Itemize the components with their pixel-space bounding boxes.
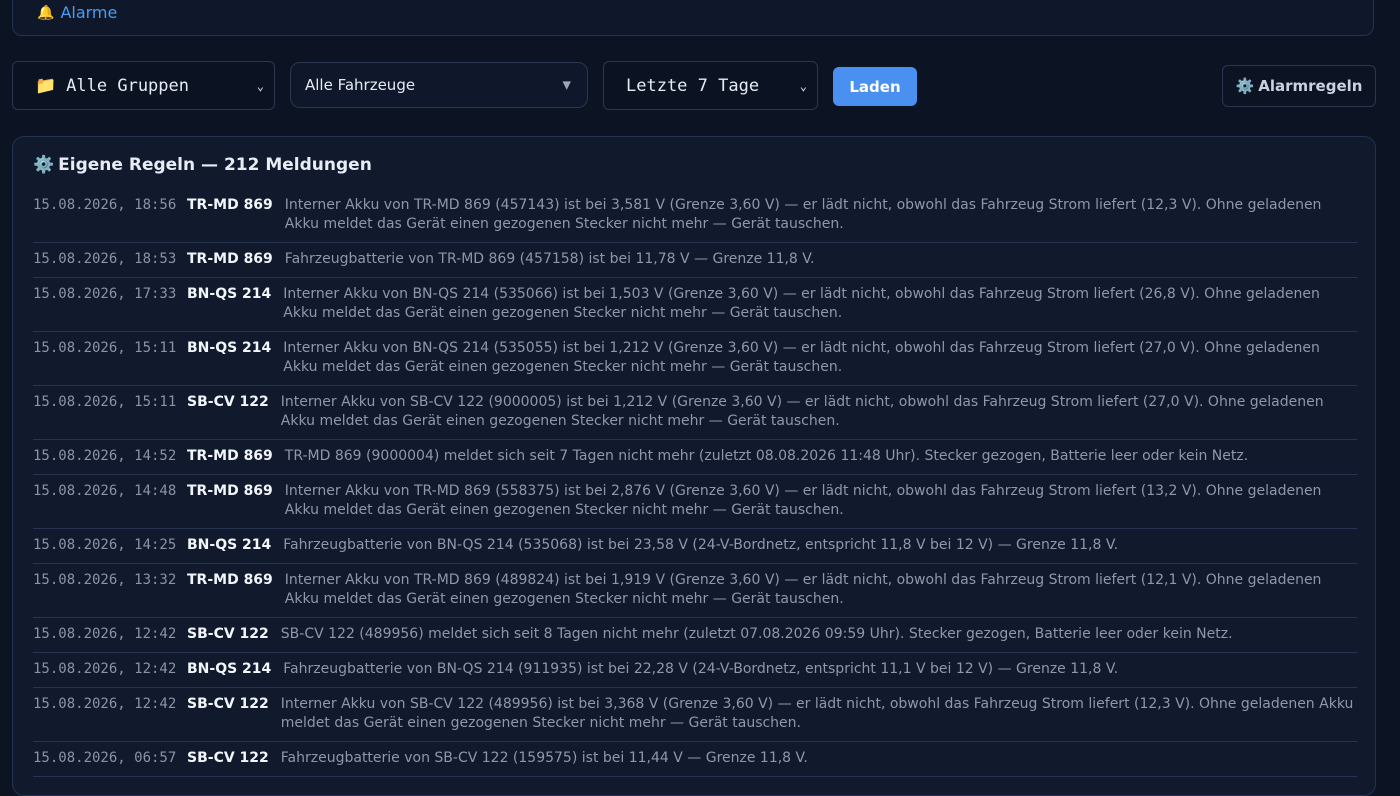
folder-icon: 📁 <box>35 75 57 96</box>
alert-timestamp: 15.08.2026, 18:56 <box>33 197 177 213</box>
alert-row[interactable]: 15.08.2026, 12:42 BN-QS 214 Fahrzeugbatter… <box>33 653 1357 688</box>
alert-timestamp: 15.08.2026, 15:11 <box>33 340 177 356</box>
alert-vehicle: BN-QS 214 <box>187 661 272 677</box>
load-button[interactable]: Laden <box>833 67 917 106</box>
alert-vehicle: SB-CV 122 <box>187 394 269 410</box>
alert-timestamp: 15.08.2026, 12:42 <box>33 696 177 712</box>
alert-row[interactable]: 15.08.2026, 14:48 TR-MD 869 Interner Akku … <box>33 475 1357 529</box>
alert-message: Interner Akku von TR-MD 869 (457143) ist… <box>284 197 1322 232</box>
alert-vehicle: TR-MD 869 <box>187 197 273 213</box>
alert-timestamp: 15.08.2026, 12:42 <box>33 626 177 642</box>
caret-down-icon: ▼ <box>562 78 571 92</box>
alert-vehicle: TR-MD 869 <box>187 572 273 588</box>
alarm-rules-button[interactable]: ⚙️ Alarmregeln <box>1222 65 1376 107</box>
alert-vehicle: BN-QS 214 <box>187 340 272 356</box>
alert-row[interactable]: 15.08.2026, 15:11 BN-QS 214 Interner Akku … <box>33 332 1357 386</box>
alert-vehicle: SB-CV 122 <box>187 626 269 642</box>
panel-title-text: Eigene Regeln — 212 Meldungen <box>58 155 372 175</box>
alert-timestamp: 15.08.2026, 06:57 <box>33 750 177 766</box>
alert-timestamp: 15.08.2026, 14:48 <box>33 483 177 499</box>
vehicle-select-value: Alle Fahrzeuge <box>305 76 416 94</box>
chevron-down-icon: ⌄ <box>256 78 264 93</box>
gear-icon: ⚙️ <box>33 155 55 175</box>
group-select[interactable]: 📁 Alle Gruppen ⌄ <box>12 61 275 110</box>
bell-icon: 🔔 <box>37 4 55 21</box>
alert-vehicle: SB-CV 122 <box>187 696 269 712</box>
chevron-down-icon: ⌄ <box>799 78 807 93</box>
alarms-link-label: Alarme <box>60 3 118 22</box>
alert-row[interactable]: 15.08.2026, 12:42 SB-CV 122 SB-CV 122 (489… <box>33 618 1357 653</box>
alert-message: Interner Akku von TR-MD 869 (558375) ist… <box>284 483 1322 518</box>
alert-timestamp: 15.08.2026, 12:42 <box>33 661 177 677</box>
alert-timestamp: 15.08.2026, 14:25 <box>33 537 177 553</box>
alert-message: Fahrzeugbatterie von TR-MD 869 (457158) … <box>284 251 815 267</box>
alert-timestamp: 15.08.2026, 17:33 <box>33 286 177 302</box>
alert-row[interactable]: 15.08.2026, 17:33 BN-QS 214 Interner Akku … <box>33 278 1357 332</box>
alert-row[interactable]: 15.08.2026, 14:25 BN-QS 214 Fahrzeugbatter… <box>33 529 1357 564</box>
alert-timestamp: 15.08.2026, 13:32 <box>33 572 177 588</box>
alert-vehicle: BN-QS 214 <box>187 537 272 553</box>
alert-message: SB-CV 122 (489956) meldet sich seit 8 Ta… <box>280 626 1233 642</box>
alert-vehicle: SB-CV 122 <box>187 750 269 766</box>
alert-message: TR-MD 869 (9000004) meldet sich seit 7 T… <box>284 448 1249 464</box>
alarms-link[interactable]: 🔔 Alarme <box>37 3 117 22</box>
alert-message: Interner Akku von SB-CV 122 (9000005) is… <box>280 394 1324 429</box>
alert-message: Interner Akku von TR-MD 869 (489824) ist… <box>284 572 1322 607</box>
alert-row[interactable]: 15.08.2026, 18:56 TR-MD 869 Interner Akku … <box>33 189 1357 243</box>
alert-message: Interner Akku von SB-CV 122 (489956) ist… <box>280 696 1354 731</box>
alert-message: Fahrzeugbatterie von SB-CV 122 (159575) … <box>280 750 808 766</box>
top-nav-bar: 🔔 Alarme <box>12 0 1374 36</box>
alert-message: Interner Akku von BN-QS 214 (535055) ist… <box>283 340 1320 375</box>
alert-row[interactable]: 15.08.2026, 15:11 SB-CV 122 Interner Akku … <box>33 386 1357 440</box>
alert-timestamp: 15.08.2026, 18:53 <box>33 251 177 267</box>
alert-row[interactable]: 15.08.2026, 13:32 TR-MD 869 Interner Akku … <box>33 564 1357 618</box>
alert-message: Fahrzeugbatterie von BN-QS 214 (535068) … <box>283 537 1119 553</box>
alert-row[interactable]: 15.08.2026, 12:42 SB-CV 122 Interner Akku … <box>33 688 1357 742</box>
alert-row[interactable]: 15.08.2026, 14:52 TR-MD 869 TR-MD 869 (900… <box>33 440 1357 475</box>
alert-list: 15.08.2026, 18:56 TR-MD 869 Interner Akku … <box>33 189 1357 777</box>
time-range-select[interactable]: Letzte 7 Tage ⌄ <box>603 61 818 110</box>
alert-row[interactable]: 15.08.2026, 18:53 TR-MD 869 Fahrzeugbatter… <box>33 243 1357 278</box>
alert-message: Fahrzeugbatterie von BN-QS 214 (911935) … <box>283 661 1119 677</box>
alarm-rules-label: Alarmregeln <box>1258 77 1363 95</box>
alert-list-panel: ⚙️ Eigene Regeln — 212 Meldungen 15.08.2… <box>12 136 1376 796</box>
alert-timestamp: 15.08.2026, 15:11 <box>33 394 177 410</box>
alert-vehicle: TR-MD 869 <box>187 251 273 267</box>
alert-vehicle: TR-MD 869 <box>187 483 273 499</box>
alert-message: Interner Akku von BN-QS 214 (535066) ist… <box>283 286 1320 321</box>
gear-icon: ⚙️ <box>1235 77 1255 95</box>
group-select-value: Alle Gruppen <box>66 75 189 96</box>
alert-timestamp: 15.08.2026, 14:52 <box>33 448 177 464</box>
vehicle-select[interactable]: Alle Fahrzeuge ▼ <box>290 62 588 108</box>
alert-vehicle: BN-QS 214 <box>187 286 272 302</box>
panel-title: ⚙️ Eigene Regeln — 212 Meldungen <box>33 155 372 175</box>
alert-vehicle: TR-MD 869 <box>187 448 273 464</box>
time-range-value: Letzte 7 Tage <box>626 75 760 96</box>
